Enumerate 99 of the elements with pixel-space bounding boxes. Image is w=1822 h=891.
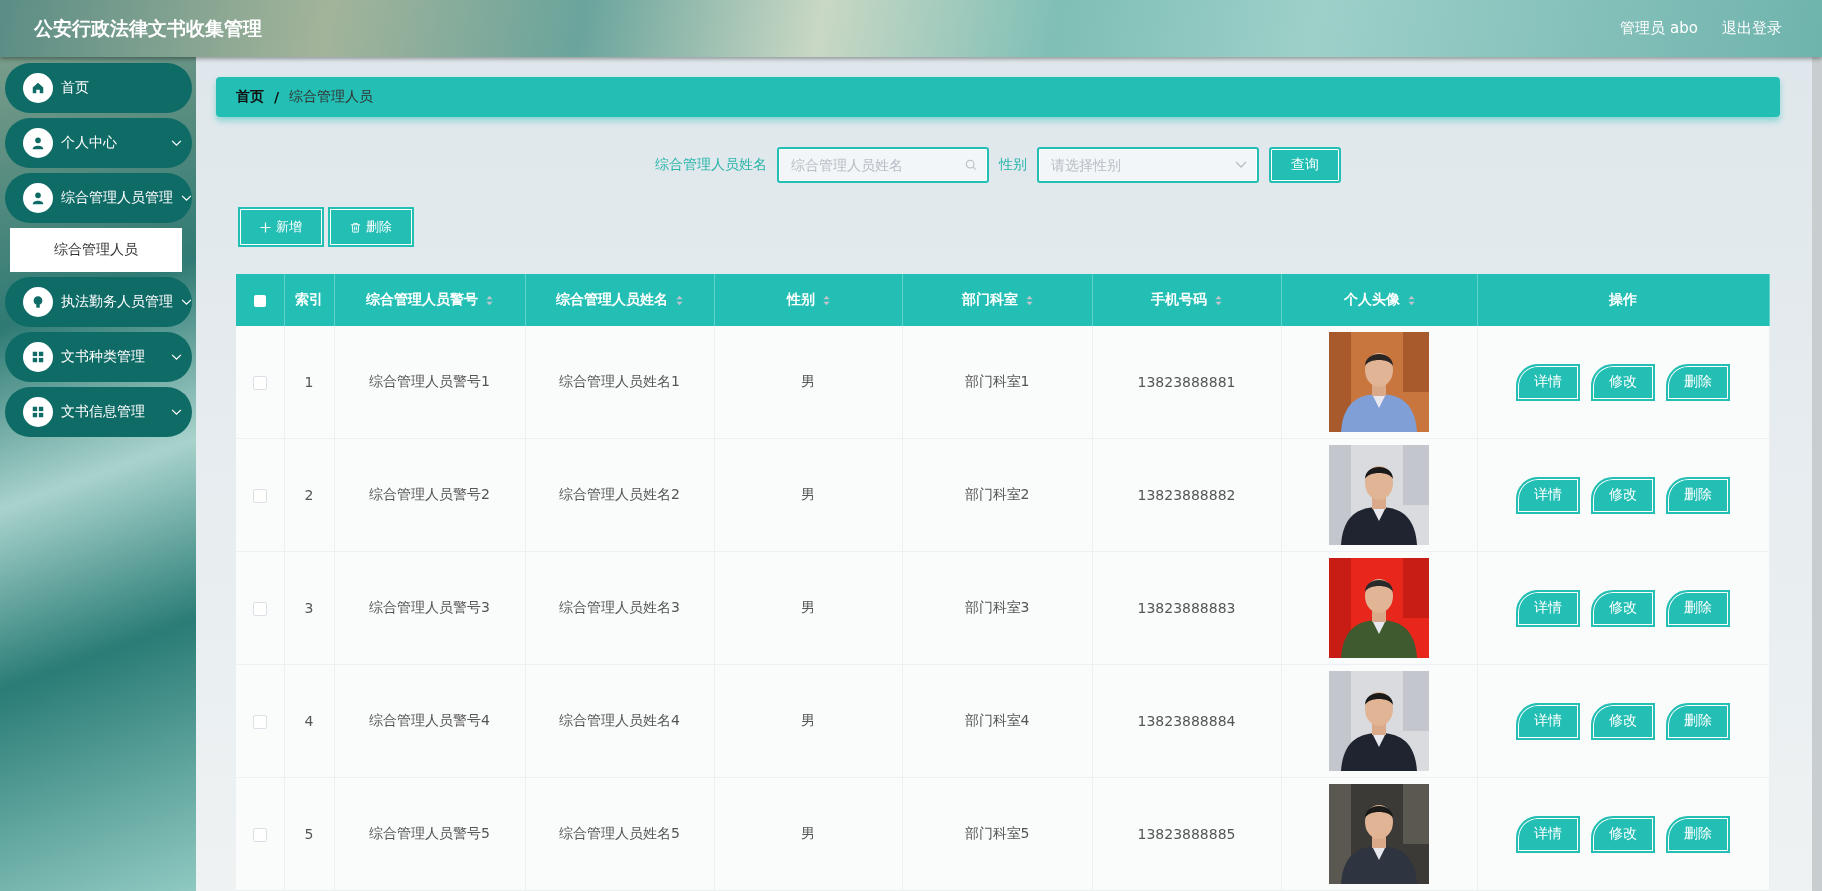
row-action-button[interactable]: 详情	[1516, 363, 1581, 401]
delete-button[interactable]: 删除	[328, 207, 414, 247]
table-cell: 13823888884	[1137, 713, 1236, 729]
row-action-button[interactable]: 修改	[1591, 589, 1656, 627]
row-action-button[interactable]: 删除	[1666, 589, 1731, 627]
table-cell: 男	[801, 373, 815, 389]
table-cell: 综合管理人员警号1	[369, 373, 490, 389]
sort-icon	[1025, 294, 1033, 306]
sort-icon	[1215, 294, 1222, 306]
row-action-button[interactable]: 修改	[1591, 363, 1656, 401]
chevron-down-icon	[171, 353, 182, 361]
user-name: 管理员 abo	[1620, 19, 1698, 38]
select-all-checkbox[interactable]	[253, 295, 266, 307]
row-action-button[interactable]: 详情	[1516, 815, 1581, 853]
column-header[interactable]: 性别	[714, 274, 902, 326]
chevron-down-icon	[171, 408, 182, 416]
table-cell: 综合管理人员姓名1	[559, 373, 680, 389]
column-header[interactable]: 手机号码	[1092, 274, 1281, 326]
logout-link[interactable]: 退出登录	[1722, 19, 1782, 38]
table-cell: 综合管理人员姓名2	[559, 486, 680, 502]
table-cell: 13823888883	[1137, 600, 1236, 616]
table-cell: 13823888882	[1137, 487, 1236, 503]
row-action-button[interactable]: 详情	[1516, 476, 1581, 514]
table-cell: 综合管理人员姓名5	[559, 825, 680, 841]
menu-item[interactable]: 综合管理人员管理	[5, 173, 192, 223]
menu-item[interactable]: 文书种类管理	[5, 332, 192, 382]
sort-icon	[822, 294, 830, 306]
table-cell: 综合管理人员警号5	[369, 825, 490, 841]
table-cell: 男	[801, 825, 815, 841]
field-label: 性别	[999, 156, 1027, 174]
chevron-down-icon	[1235, 161, 1247, 169]
table-cell: 2	[304, 487, 314, 503]
user-icon	[23, 183, 53, 213]
row-action-button[interactable]: 删除	[1666, 476, 1731, 514]
lightbulb-icon	[23, 287, 53, 317]
plus-icon	[260, 221, 271, 233]
row-action-button[interactable]: 详情	[1516, 589, 1581, 627]
table-cell: 部门科室1	[964, 373, 1030, 389]
breadcrumb-separator: /	[274, 89, 280, 105]
column-header[interactable]: 综合管理人员警号	[334, 274, 525, 326]
table-cell: 部门科室3	[964, 599, 1030, 615]
breadcrumb-item: 综合管理人员	[289, 88, 374, 106]
table-cell: 综合管理人员姓名3	[559, 599, 680, 615]
column-header: 操作	[1477, 274, 1770, 326]
row-action-button[interactable]: 修改	[1591, 476, 1656, 514]
table-cell: 男	[801, 712, 815, 728]
trash-icon	[350, 221, 361, 233]
table-cell: 部门科室4	[964, 712, 1030, 728]
row-action-button[interactable]: 修改	[1591, 702, 1656, 740]
row-checkbox[interactable]	[252, 376, 267, 390]
table-cell: 13823888885	[1137, 826, 1236, 842]
table-cell: 综合管理人员警号2	[369, 486, 490, 502]
table-cell: 综合管理人员警号3	[369, 599, 490, 615]
column-header[interactable]: 个人头像	[1281, 274, 1477, 326]
chevron-down-icon	[181, 194, 192, 202]
user-icon	[23, 128, 53, 158]
menu-item[interactable]: 个人中心	[5, 118, 192, 168]
home-icon	[23, 73, 53, 103]
table-cell: 部门科室2	[964, 486, 1030, 502]
grid-icon	[23, 397, 53, 427]
table-cell: 男	[801, 599, 815, 615]
grid-icon	[23, 342, 53, 372]
submenu-item[interactable]: 综合管理人员	[10, 228, 182, 272]
row-action-button[interactable]: 删除	[1666, 815, 1731, 853]
app-title: 公安行政法律文书收集管理	[34, 15, 262, 41]
row-checkbox[interactable]	[252, 828, 267, 842]
table-cell: 部门科室5	[964, 825, 1030, 841]
add-button[interactable]: 新增	[238, 207, 324, 247]
row-checkbox[interactable]	[252, 715, 267, 729]
column-header[interactable]: 部门科室	[902, 274, 1092, 326]
row-action-button[interactable]: 删除	[1666, 363, 1731, 401]
table-cell: 1	[304, 374, 314, 390]
row-action-button[interactable]: 详情	[1516, 702, 1581, 740]
search-icon	[965, 159, 977, 171]
sort-icon	[676, 294, 683, 306]
table-cell: 男	[801, 486, 815, 502]
menu-item[interactable]: 文书信息管理	[5, 387, 192, 437]
query-button[interactable]: 查询	[1269, 147, 1341, 183]
chevron-down-icon	[171, 139, 182, 147]
table-cell: 综合管理人员姓名4	[559, 712, 680, 728]
row-checkbox[interactable]	[252, 489, 267, 503]
menu-item[interactable]: 执法勤务人员管理	[5, 277, 192, 327]
row-action-button[interactable]: 修改	[1591, 815, 1656, 853]
menu-item[interactable]: 首页	[5, 63, 192, 113]
field-label: 综合管理人员姓名	[655, 156, 767, 174]
column-header: 索引	[284, 274, 334, 326]
table-cell: 3	[304, 600, 314, 616]
table-cell: 综合管理人员警号4	[369, 712, 490, 728]
table-cell: 4	[304, 713, 314, 729]
row-checkbox[interactable]	[252, 602, 267, 616]
breadcrumb-item[interactable]: 首页	[236, 88, 264, 106]
row-action-button[interactable]: 删除	[1666, 702, 1731, 740]
scrollbar[interactable]	[1812, 57, 1822, 891]
table-cell: 5	[304, 826, 314, 842]
column-header[interactable]: 综合管理人员姓名	[525, 274, 714, 326]
chevron-down-icon	[181, 298, 192, 306]
table-cell: 13823888881	[1137, 374, 1236, 390]
sort-icon	[486, 294, 493, 306]
sort-icon	[1407, 294, 1415, 306]
